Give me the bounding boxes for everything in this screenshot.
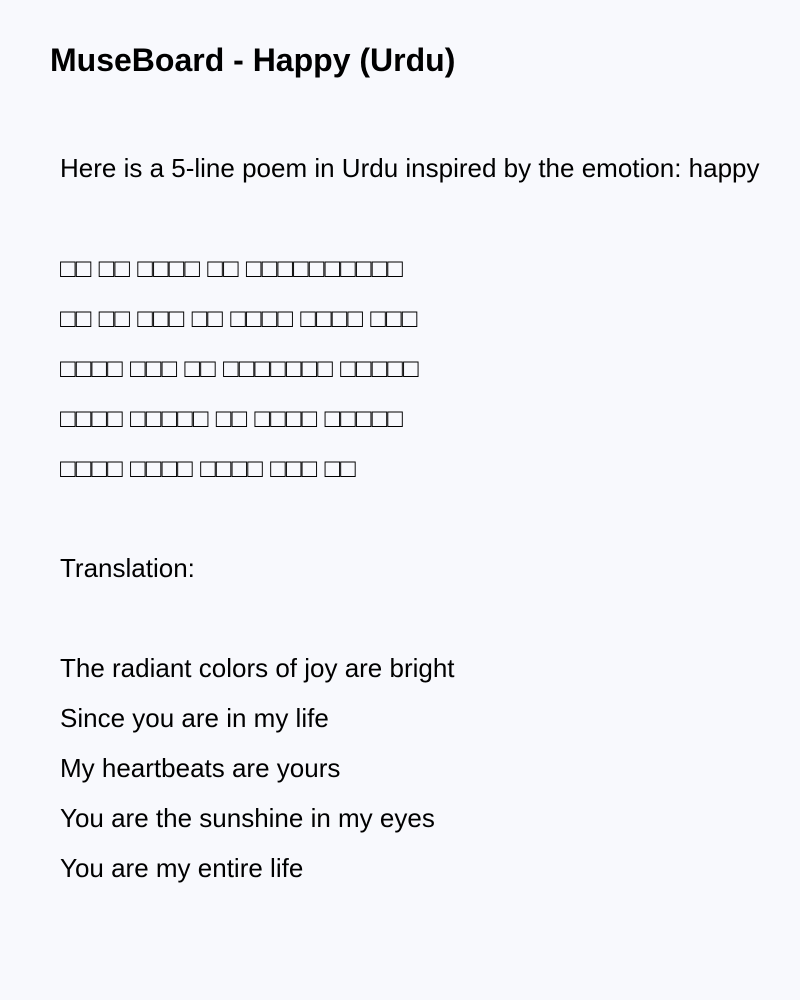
page-title: MuseBoard - Happy (Urdu)	[50, 42, 456, 78]
translation-line-4: You are the sunshine in my eyes	[60, 803, 435, 833]
urdu-line-3: □□□□ □□□ □□ □□□□□□□ □□□□□	[60, 353, 419, 383]
museboard-page: MuseBoard - Happy (Urdu) Here is a 5-lin…	[0, 0, 800, 1000]
urdu-line-1: □□ □□ □□□□ □□ □□□□□□□□□□	[60, 253, 403, 283]
poem-content: Here is a 5-line poem in Urdu inspired b…	[60, 143, 800, 893]
translation-line-1: The radiant colors of joy are bright	[60, 653, 455, 683]
urdu-line-4: □□□□ □□□□□ □□ □□□□ □□□□□	[60, 403, 403, 433]
translation-line-5: You are my entire life	[60, 853, 304, 883]
poem-intro: Here is a 5-line poem in Urdu inspired b…	[60, 153, 760, 183]
translation-label: Translation:	[60, 553, 195, 583]
urdu-line-2: □□ □□ □□□ □□ □□□□ □□□□ □□□	[60, 303, 418, 333]
urdu-line-5: □□□□ □□□□ □□□□ □□□ □□	[60, 453, 356, 483]
translation-line-2: Since you are in my life	[60, 703, 329, 733]
translation-line-3: My heartbeats are yours	[60, 753, 341, 783]
